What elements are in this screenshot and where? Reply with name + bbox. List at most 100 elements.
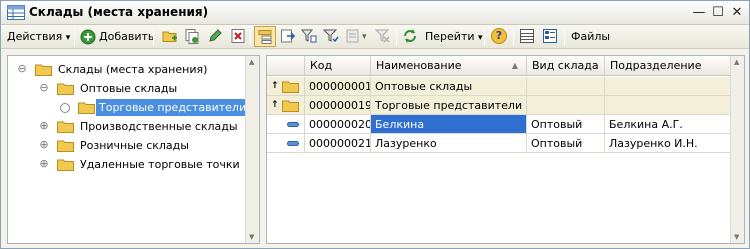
folder-icon <box>78 102 95 114</box>
help-icon[interactable]: ? <box>491 28 507 44</box>
table-row[interactable]: ↑ 000000019 Торговые представители <box>267 96 731 115</box>
toolbar-separator <box>74 29 75 45</box>
table-row[interactable]: 000000020 Белкина Оптовый Белкина А.Г. <box>267 115 731 134</box>
code-cell: 000000020 <box>305 115 371 134</box>
add-folder-icon[interactable] <box>162 28 178 44</box>
filter-by-value-icon[interactable] <box>301 28 317 44</box>
goto-label: Перейти <box>425 30 475 43</box>
table-scrollbar[interactable]: ▲ ▼ <box>730 56 744 243</box>
toolbar-separator <box>564 29 565 45</box>
items-table: Код Наименование ▲ Вид склада Подразделе… <box>266 55 745 244</box>
scroll-up-icon[interactable]: ▲ <box>249 58 254 66</box>
toolbar-separator <box>250 29 251 45</box>
copy-icon[interactable] <box>184 28 200 44</box>
files-button[interactable]: Файлы <box>571 27 610 47</box>
folder-icon <box>57 140 74 152</box>
toolbar-separator <box>484 29 485 45</box>
minimize-button[interactable]: — <box>691 5 707 21</box>
table-row[interactable]: ↑ 000000001 Оптовые склады <box>267 77 731 96</box>
column-header-kind[interactable]: Вид склада <box>527 56 605 76</box>
maximize-button[interactable]: ☐ <box>710 5 726 21</box>
tree-item-label: Склады (места хранения) <box>58 63 208 76</box>
main-window: Склады (места хранения) — ☐ ✕ Действия ▾… <box>0 0 750 249</box>
column-header-label: Наименование <box>376 59 462 72</box>
kind-cell: Оптовый <box>527 134 605 153</box>
expand-icon[interactable]: ⊕ <box>39 139 49 150</box>
kind-cell <box>527 77 605 96</box>
output-list-icon[interactable] <box>542 28 558 44</box>
kind-cell: Оптовый <box>527 115 605 134</box>
code-cell: 000000021 <box>305 134 371 153</box>
folder-icon <box>57 159 74 171</box>
department-cell <box>605 96 731 115</box>
tree-item-production[interactable]: ⊕ Производственные склады <box>8 117 246 136</box>
edit-icon[interactable] <box>207 28 223 44</box>
item-dash-icon <box>287 141 299 146</box>
code-cell: 000000019 <box>305 96 371 115</box>
column-header-marker[interactable] <box>267 56 305 76</box>
window-title: Склады (места хранения) <box>29 5 209 19</box>
add-button[interactable]: Добавить <box>80 27 154 47</box>
folder-icon <box>282 100 299 112</box>
folder-icon <box>57 121 74 133</box>
column-header-department[interactable]: Подразделение <box>605 56 731 76</box>
scroll-down-icon[interactable]: ▼ <box>249 233 254 241</box>
tree-item-wholesale[interactable]: ⊖ Оптовые склады <box>8 79 246 98</box>
level-up-icon: ↑ <box>271 81 279 91</box>
move-to-group-icon[interactable] <box>280 28 296 44</box>
scroll-up-icon[interactable]: ▲ <box>734 58 739 66</box>
tree-item-remote-points[interactable]: ⊕ Удаленные торговые точки <box>8 155 246 174</box>
tree-scrollbar[interactable]: ▲ ▼ <box>245 56 259 243</box>
tree-item-sales-reps[interactable]: Торговые представители <box>8 98 250 117</box>
tree-item-label: Розничные склады <box>80 139 189 152</box>
list-settings-icon[interactable] <box>519 28 535 44</box>
tree-root-item[interactable]: ⊖ Склады (места хранения) <box>8 60 246 79</box>
name-cell: Лазуренко <box>371 134 527 153</box>
row-marker-cell <box>267 115 305 134</box>
column-header-code[interactable]: Код <box>305 56 371 76</box>
item-dash-icon <box>287 122 299 127</box>
clear-filter-icon[interactable] <box>375 28 391 44</box>
collapse-icon[interactable]: ⊖ <box>17 63 27 74</box>
refresh-icon[interactable] <box>402 28 418 44</box>
filter-icon[interactable] <box>323 28 339 44</box>
hierarchy-view-toggle[interactable] <box>254 26 276 47</box>
chevron-down-icon: ▾ <box>65 33 71 43</box>
add-icon <box>80 29 96 45</box>
goto-menu-button[interactable]: Перейти ▾ <box>425 27 483 47</box>
toolbar-separator <box>153 29 154 45</box>
sort-ascending-icon: ▲ <box>511 61 518 70</box>
department-cell: Белкина А.Г. <box>605 115 731 134</box>
expand-icon[interactable]: ⊕ <box>39 120 49 131</box>
leaf-radio-icon <box>60 103 70 113</box>
filter-history-icon[interactable] <box>345 28 361 44</box>
actions-menu-button[interactable]: Действия ▾ <box>7 27 70 47</box>
chevron-down-icon: ▾ <box>478 33 483 43</box>
name-cell: Торговые представители <box>371 96 527 115</box>
add-label: Добавить <box>99 30 155 43</box>
toolbar: Действия ▾ Добавить ▾ Перейти ▾ ? Файлы <box>1 25 749 49</box>
level-up-icon: ↑ <box>271 100 279 110</box>
groups-tree: ⊖ Склады (места хранения) ⊖ Оптовые скла… <box>7 55 260 244</box>
kind-cell <box>527 96 605 115</box>
name-cell: Белкина <box>371 115 527 134</box>
department-cell: Лазуренко И.Н. <box>605 134 731 153</box>
row-marker-cell <box>267 134 305 153</box>
title-bar: Склады (места хранения) — ☐ ✕ <box>1 1 749 25</box>
actions-label: Действия <box>7 30 63 43</box>
row-marker-cell: ↑ <box>267 77 305 96</box>
department-cell <box>605 77 731 96</box>
column-header-name[interactable]: Наименование ▲ <box>371 56 527 76</box>
tree-item-label: Оптовые склады <box>80 82 178 95</box>
close-button[interactable]: ✕ <box>729 5 745 21</box>
folder-icon <box>282 81 299 93</box>
scroll-down-icon[interactable]: ▼ <box>734 233 739 241</box>
tree-item-retail[interactable]: ⊕ Розничные склады <box>8 136 246 155</box>
expand-icon[interactable]: ⊕ <box>39 158 49 169</box>
name-cell: Оптовые склады <box>371 77 527 96</box>
collapse-icon[interactable]: ⊖ <box>39 82 49 93</box>
toolbar-separator <box>396 29 397 45</box>
chevron-down-icon[interactable]: ▾ <box>362 27 367 47</box>
delete-mark-icon[interactable] <box>230 28 246 44</box>
table-row[interactable]: 000000021 Лазуренко Оптовый Лазуренко И.… <box>267 134 731 153</box>
